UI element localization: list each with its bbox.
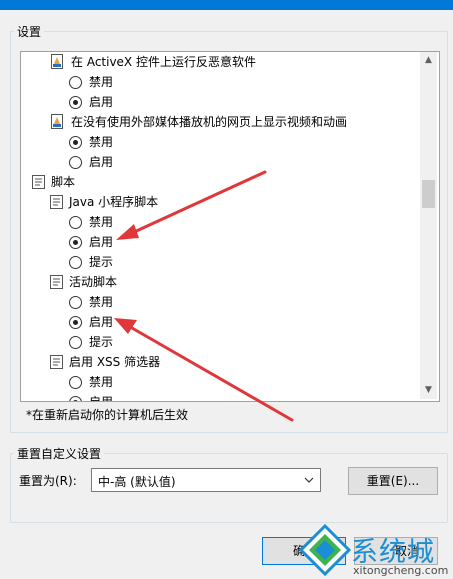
radio-button[interactable] xyxy=(69,76,82,89)
settings-group-caption: 设置 xyxy=(14,23,45,40)
watermark-url: xitongcheng.com xyxy=(353,564,449,577)
radio-button-checked[interactable] xyxy=(69,396,82,401)
radio-button[interactable] xyxy=(69,336,82,349)
reset-to-label: 重置为(R): xyxy=(19,474,77,488)
reset-button[interactable]: 重置(E)... xyxy=(348,467,438,495)
reset-level-value: 中-高 (默认值) xyxy=(98,475,176,489)
radio-button[interactable] xyxy=(69,376,82,389)
radio-button-checked[interactable] xyxy=(69,236,82,249)
scroll-down-icon[interactable]: ▼ xyxy=(420,382,437,399)
script-settings-icon xyxy=(50,275,63,289)
script-settings-icon xyxy=(50,195,63,209)
setting-document-icon xyxy=(51,114,63,129)
scroll-up-icon[interactable]: ▲ xyxy=(420,52,437,69)
script-settings-icon xyxy=(50,355,63,369)
security-settings-list[interactable]: 在 ActiveX 控件上运行反恶意软件 禁用 启用 在没有使用外部媒体播放机的… xyxy=(20,51,440,402)
restart-note: *在重新启动你的计算机后生效 xyxy=(26,408,189,422)
radio-button[interactable] xyxy=(69,156,82,169)
window-title-bar xyxy=(0,0,453,10)
reset-level-dropdown[interactable]: 中-高 (默认值) xyxy=(91,468,321,492)
script-settings-icon xyxy=(32,175,45,189)
radio-button[interactable] xyxy=(69,296,82,309)
reset-group-caption: 重置自定义设置 xyxy=(14,445,105,462)
radio-button[interactable] xyxy=(69,256,82,269)
radio-button-checked[interactable] xyxy=(69,136,82,149)
scroll-thumb[interactable] xyxy=(422,180,435,208)
radio-button-checked[interactable] xyxy=(69,96,82,109)
radio-button[interactable] xyxy=(69,216,82,229)
radio-button-checked[interactable] xyxy=(69,316,82,329)
site-watermark: 系统城 xitongcheng.com xyxy=(295,520,453,579)
setting-document-icon xyxy=(51,54,63,69)
chevron-down-icon xyxy=(304,477,314,483)
watermark-logo-icon xyxy=(299,524,351,576)
vertical-scrollbar[interactable]: ▲ ▼ xyxy=(420,52,437,399)
